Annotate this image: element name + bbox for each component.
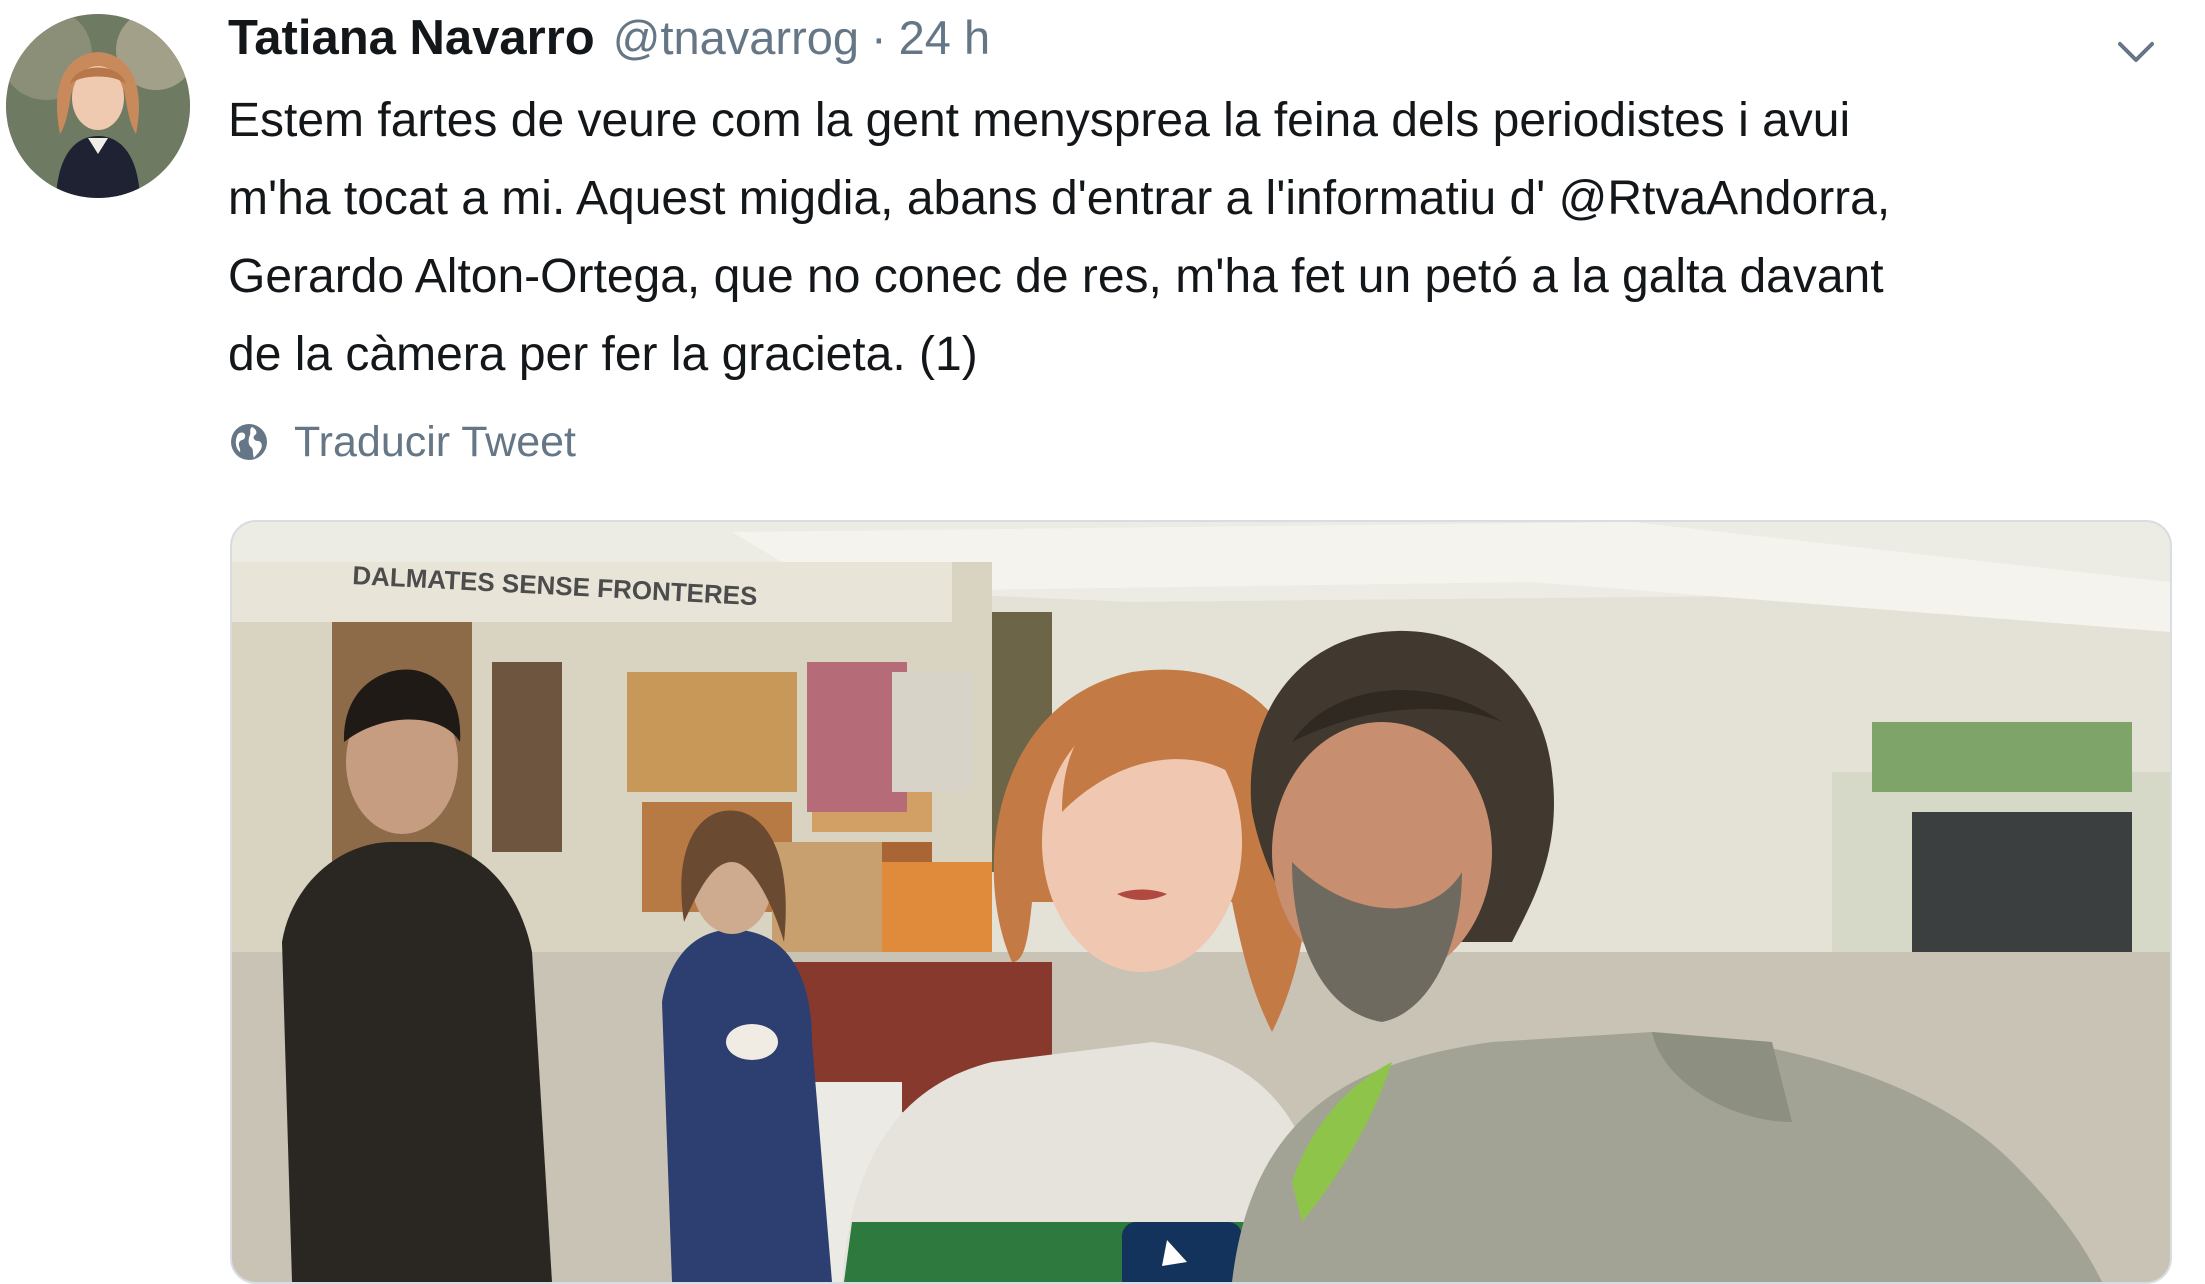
avatar[interactable] xyxy=(6,14,190,198)
chevron-down-icon[interactable] xyxy=(2108,24,2164,80)
tweet-text-line: m'ha tocat a mi. Aquest migdia, abans d'… xyxy=(228,172,1891,225)
tweet-text-line: de la càmera per fer la gracieta. (1) xyxy=(228,328,978,381)
author-name[interactable]: Tatiana Navarro xyxy=(228,10,595,66)
tweet-text: Estem fartes de veure com la gent menysp… xyxy=(228,82,2168,394)
translate-label: Traducir Tweet xyxy=(294,417,576,466)
timestamp[interactable]: 24 h xyxy=(899,10,990,65)
globe-icon xyxy=(228,421,270,463)
translate-tweet-link[interactable]: Traducir Tweet xyxy=(228,414,576,470)
tweet-header: Tatiana Navarro @tnavarrog · 24 h xyxy=(228,10,990,74)
author-handle[interactable]: @tnavarrog xyxy=(613,10,859,65)
avatar-photo xyxy=(6,14,190,198)
video-frame: DALMATES SENSE FRONTERES xyxy=(232,522,2170,1282)
tweet-text-line: Estem fartes de veure com la gent menysp… xyxy=(228,94,1851,147)
tweet-video[interactable]: DALMATES SENSE FRONTERES xyxy=(230,520,2172,1284)
tweet[interactable]: Tatiana Navarro @tnavarrog · 24 h Estem … xyxy=(0,0,2205,1284)
tweet-text-line: Gerardo Alton-Ortega, que no conec de re… xyxy=(228,250,1884,303)
separator-dot: · xyxy=(871,11,887,64)
